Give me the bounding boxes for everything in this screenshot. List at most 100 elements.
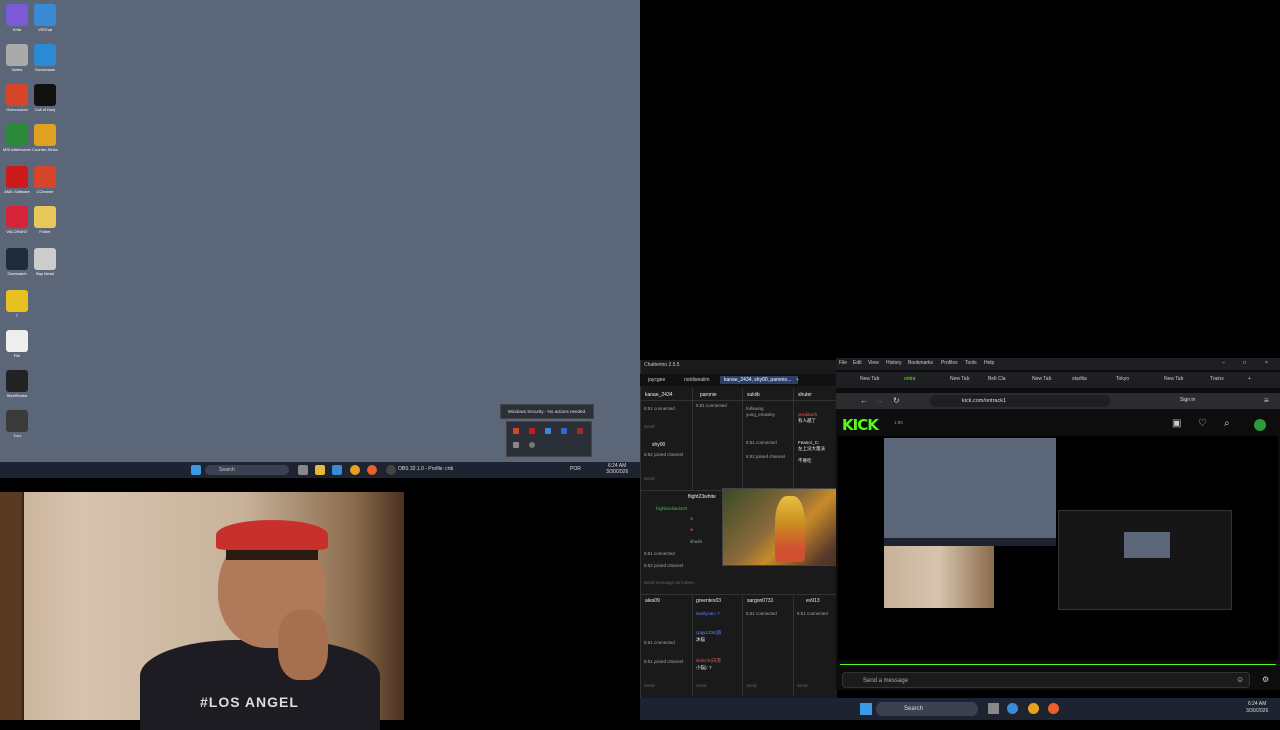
- tray-app-icon[interactable]: [577, 428, 583, 434]
- menu-history[interactable]: History: [886, 360, 902, 366]
- split-header[interactable]: greentex03: [696, 598, 721, 604]
- browser-tab[interactable]: starlita: [1072, 376, 1087, 382]
- tray-app-icon[interactable]: [545, 428, 551, 434]
- app-icon[interactable]: [332, 465, 342, 475]
- obs-taskbar-label[interactable]: OBS 32.1.0 - Profile: cnb: [398, 466, 453, 472]
- chat-username[interactable]: cpgy1234(嵌: [696, 630, 722, 636]
- chat-username[interactable]: stsfcrrk(白雪: [696, 658, 721, 664]
- browser-tab[interactable]: New Tab: [1032, 376, 1051, 382]
- desktop-icon[interactable]: Call of Duty: [28, 84, 62, 112]
- desktop-icon[interactable]: Tool: [0, 410, 34, 438]
- send-field[interactable]: Send: [797, 683, 808, 688]
- task-view-icon[interactable]: [298, 465, 308, 475]
- tray-app-icon[interactable]: [513, 428, 519, 434]
- minimize-button[interactable]: –: [1222, 360, 1225, 366]
- split-header[interactable]: kanae_2434: [645, 392, 673, 398]
- chat-message: 5:52 joined channel: [644, 563, 684, 568]
- address-bar[interactable]: kick.com/ontrack1: [930, 395, 1110, 407]
- avatar[interactable]: [1254, 419, 1266, 431]
- desktop-icon[interactable]: SteelSeries: [0, 370, 34, 398]
- chrome-icon[interactable]: [350, 465, 360, 475]
- language-indicator[interactable]: POR: [570, 466, 581, 472]
- desktop-icon[interactable]: Bay Metal: [28, 248, 62, 276]
- browser-tab-active[interactable]: ontra: [904, 376, 915, 382]
- task-view-icon[interactable]: [988, 703, 999, 714]
- split-header[interactable]: shy00: [652, 442, 665, 448]
- send-field[interactable]: Send: [644, 424, 655, 429]
- desktop-icon[interactable]: CCleaner: [28, 166, 62, 194]
- message-input[interactable]: Send message as kobee...: [644, 580, 697, 585]
- browser-tab[interactable]: New Tab: [860, 376, 879, 382]
- chat-input[interactable]: Send a message: [842, 672, 1250, 688]
- tray-app-icon[interactable]: [529, 428, 535, 434]
- menu-bookmarks[interactable]: Bookmarks: [908, 360, 933, 366]
- split-header[interactable]: sukiib: [747, 392, 760, 398]
- send-field[interactable]: Send: [644, 683, 655, 688]
- obs-icon[interactable]: [386, 465, 396, 475]
- browser-tab[interactable]: Tokyo: [1116, 376, 1129, 382]
- desktop-icon-label: Folder: [39, 229, 51, 234]
- heart-icon[interactable]: ♡: [1198, 419, 1207, 429]
- tab-kanae-group[interactable]: kanae_2434, shy00, paronio...: [720, 376, 798, 384]
- windows-start-icon[interactable]: [860, 703, 872, 715]
- desktop-icon[interactable]: T: [0, 290, 34, 318]
- send-field[interactable]: Send: [644, 476, 655, 481]
- tab-notdianalim[interactable]: notdianalim: [680, 376, 714, 384]
- desktop-icon[interactable]: VRChat: [28, 4, 62, 32]
- menu-icon[interactable]: ≡: [1264, 397, 1269, 405]
- divider: [640, 594, 836, 595]
- browser-tab[interactable]: New Tab: [1164, 376, 1183, 382]
- file-explorer-icon[interactable]: [315, 465, 325, 475]
- desktop-icon[interactable]: File: [0, 330, 34, 358]
- new-tab-button[interactable]: +: [1248, 376, 1251, 382]
- split-header[interactable]: sargon0731: [747, 598, 773, 604]
- maximize-button[interactable]: □: [1243, 360, 1246, 366]
- add-tab-button[interactable]: +: [792, 376, 803, 384]
- split-header[interactable]: shuter: [798, 392, 812, 398]
- tray-app-icon[interactable]: [513, 442, 519, 448]
- send-field[interactable]: Send: [696, 683, 707, 688]
- back-icon[interactable]: ←: [860, 397, 868, 405]
- theater-icon[interactable]: ▣: [1172, 419, 1181, 429]
- reload-icon[interactable]: ↻: [893, 397, 900, 405]
- firefox-icon[interactable]: [367, 465, 377, 475]
- browser-tab[interactable]: New Tab: [950, 376, 969, 382]
- kick-logo[interactable]: KICK: [842, 416, 879, 434]
- desktop-icon[interactable]: Counter-Strike: [28, 124, 62, 152]
- tray-app-icon[interactable]: [561, 428, 567, 434]
- taskbar-search[interactable]: Search: [876, 702, 978, 716]
- sign-in-button[interactable]: Sign in: [1180, 397, 1195, 403]
- split-header[interactable]: flight23white: [688, 494, 716, 500]
- firefox-icon[interactable]: [1048, 703, 1059, 714]
- tab-jaycgee[interactable]: jaycgee: [644, 376, 669, 384]
- menu-file[interactable]: File: [839, 360, 847, 366]
- settings-icon[interactable]: ⚙: [1262, 676, 1269, 684]
- desktop-icon[interactable]: Folder: [28, 206, 62, 234]
- menu-edit[interactable]: Edit: [853, 360, 862, 366]
- split-header[interactable]: ev913: [806, 598, 820, 604]
- close-button[interactable]: ×: [1265, 360, 1268, 366]
- search-icon[interactable]: ⌕: [1224, 419, 1230, 429]
- menu-view[interactable]: View: [868, 360, 879, 366]
- chat-username[interactable]: ivanlycan: ?: [696, 611, 720, 617]
- taskbar-clock[interactable]: 6:24 AM 3/30/2026: [1246, 701, 1268, 715]
- split-header[interactable]: ales09: [645, 598, 660, 604]
- menu-help[interactable]: Help: [984, 360, 994, 366]
- forward-icon[interactable]: →: [876, 397, 884, 405]
- taskbar-clock[interactable]: 6:24 AM 3/30/2026: [606, 463, 628, 475]
- taskbar-search[interactable]: Search: [205, 465, 289, 475]
- windows-start-icon[interactable]: [191, 465, 201, 475]
- chat-username[interactable]: highlimdiaid420: [656, 506, 687, 512]
- split-header[interactable]: paronie: [700, 392, 717, 398]
- tray-app-icon[interactable]: [529, 442, 535, 448]
- browser-tab[interactable]: Trains: [1210, 376, 1224, 382]
- security-toast[interactable]: Windows Security - No actions needed.: [500, 404, 594, 419]
- menu-profiles[interactable]: Profiles: [941, 360, 958, 366]
- send-field[interactable]: Send: [746, 683, 757, 688]
- browser-tab[interactable]: Belt Cla: [988, 376, 1006, 382]
- chrome-icon[interactable]: [1028, 703, 1039, 714]
- menu-tools[interactable]: Tools: [965, 360, 977, 366]
- app-icon[interactable]: [1007, 703, 1018, 714]
- emoji-icon[interactable]: ☺: [1236, 676, 1244, 684]
- desktop-icon[interactable]: Downloads: [28, 44, 62, 72]
